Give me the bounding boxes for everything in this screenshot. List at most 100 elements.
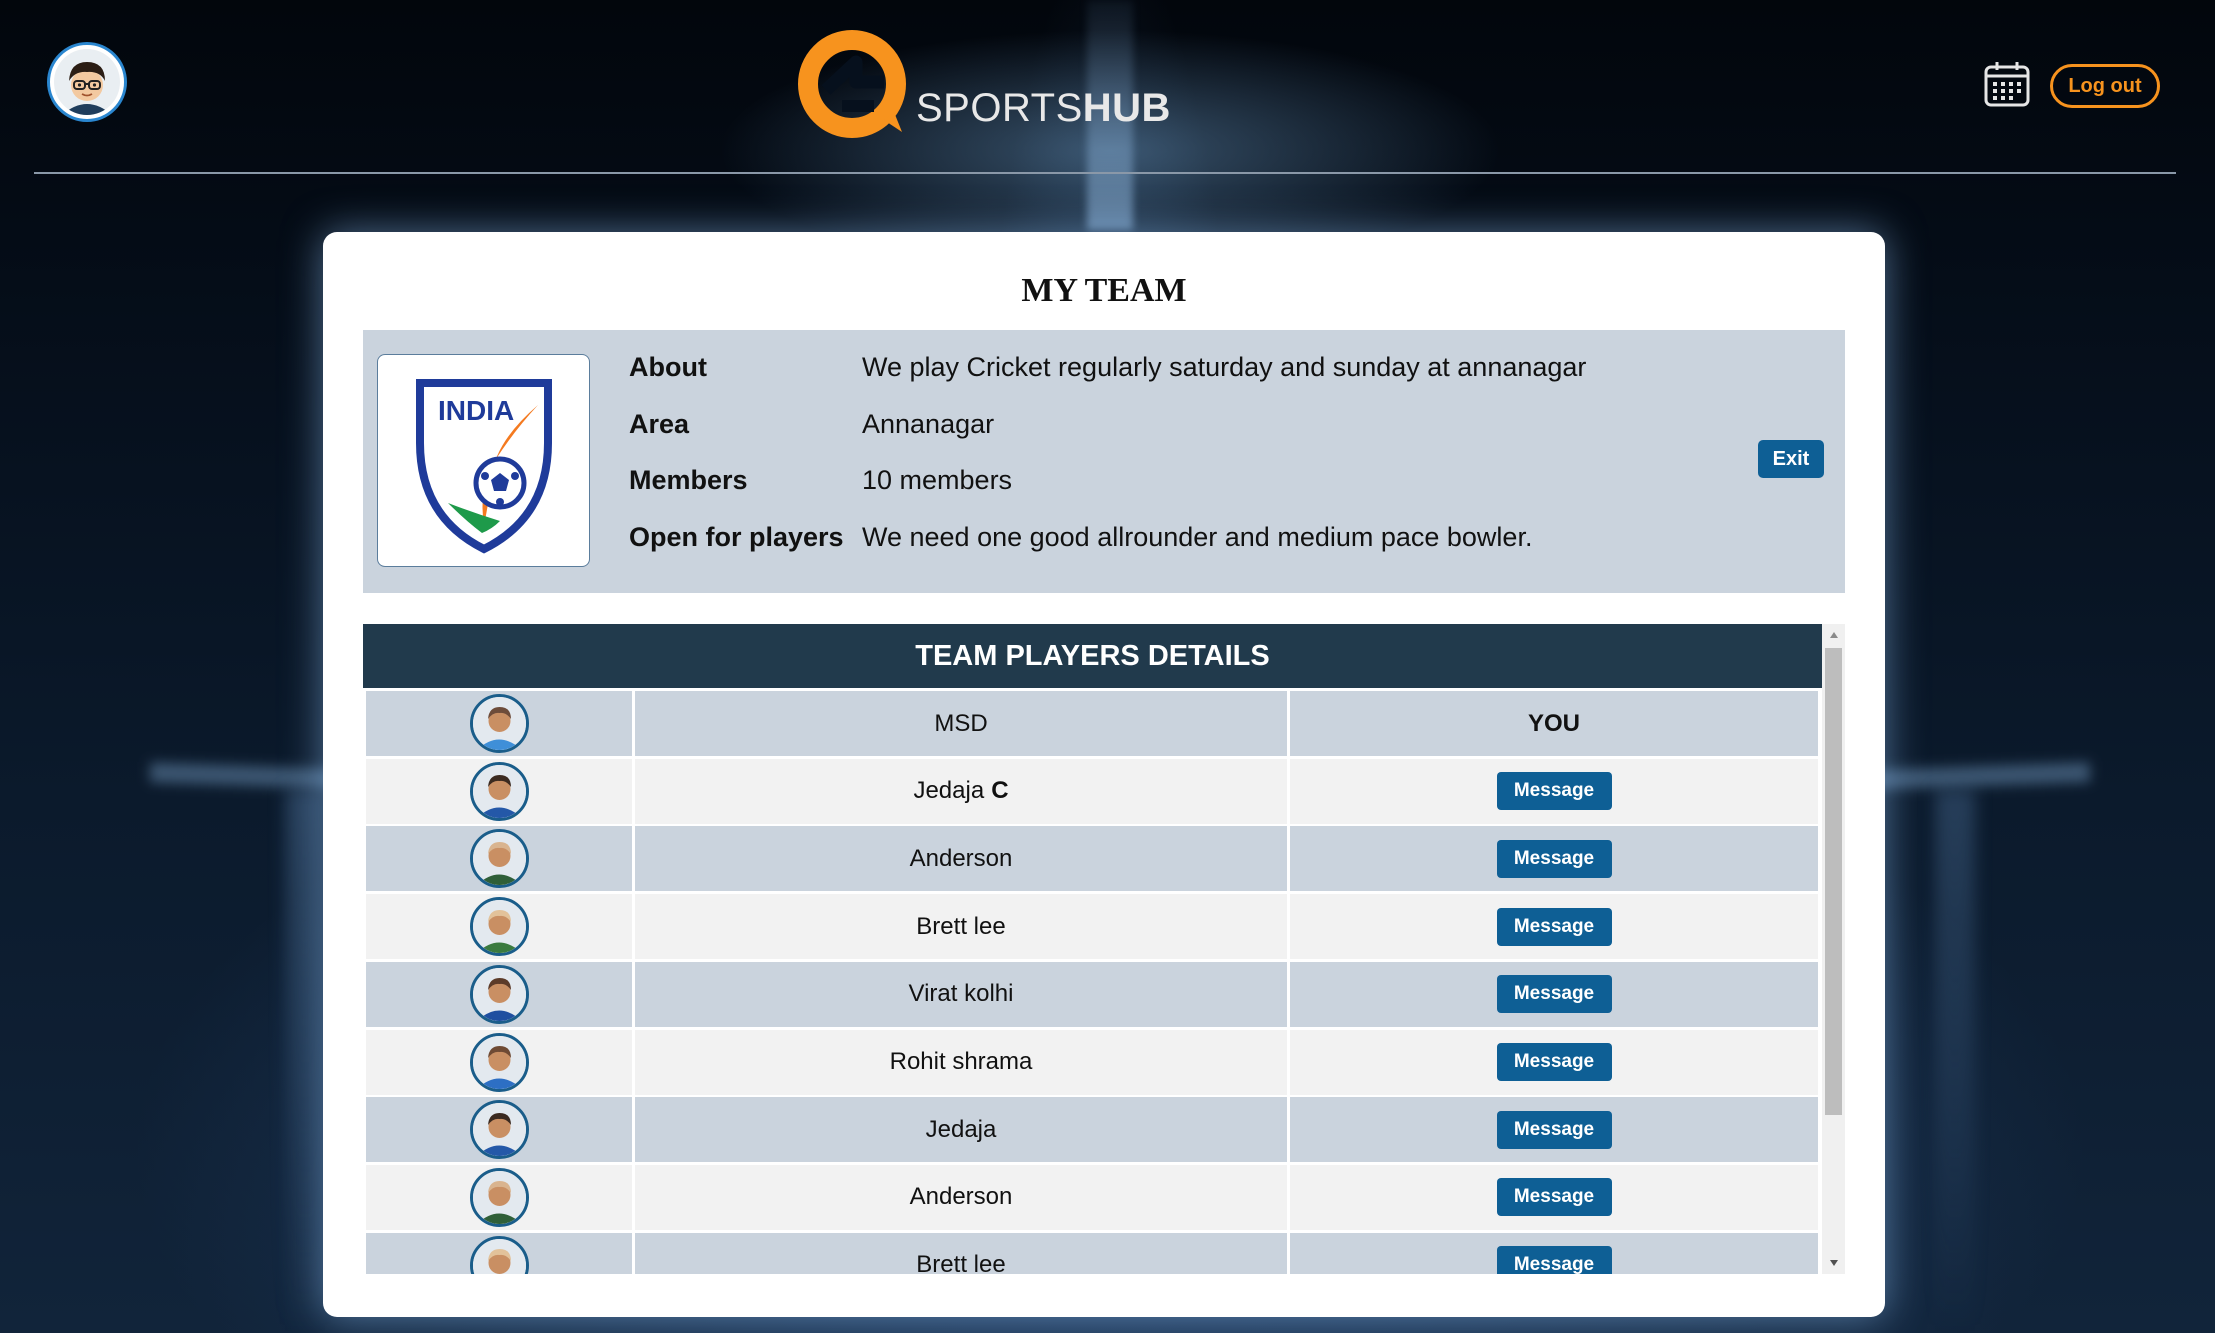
player-photo-icon xyxy=(472,1170,526,1224)
player-action-cell: Message xyxy=(1290,894,1818,960)
my-team-card: MY TEAM INDIA About We play Cricket regu… xyxy=(323,232,1885,1317)
player-photo[interactable] xyxy=(469,761,529,821)
page-title: MY TEAM xyxy=(1021,272,1187,309)
player-photo-icon xyxy=(472,1103,526,1157)
sportshub-logo-text: SPORTSHUB xyxy=(916,86,1171,130)
player-photo-icon xyxy=(472,1238,526,1274)
scroll-up-icon[interactable] xyxy=(1822,624,1845,646)
message-button[interactable]: Message xyxy=(1496,975,1612,1014)
message-button[interactable]: Message xyxy=(1496,1043,1612,1081)
team-members-value: 10 members xyxy=(862,465,1013,495)
message-button[interactable]: Message xyxy=(1496,839,1612,878)
message-button[interactable]: Message xyxy=(1496,1110,1612,1149)
calendar-icon[interactable] xyxy=(1983,60,2031,108)
player-photo-cell xyxy=(366,1029,632,1095)
player-name-cell: Jedaja xyxy=(635,1097,1287,1163)
message-button[interactable]: Message xyxy=(1496,907,1612,946)
player-photo-cell xyxy=(366,1097,632,1163)
message-button[interactable]: Message xyxy=(1496,1178,1612,1217)
captain-badge: C xyxy=(991,777,1009,805)
logout-button[interactable]: Log out xyxy=(2050,64,2160,108)
player-photo-icon xyxy=(472,832,526,886)
team-about-label: About xyxy=(629,352,707,382)
scroll-down-icon[interactable] xyxy=(1822,1252,1845,1274)
player-name: Anderson xyxy=(909,1183,1013,1211)
team-members-label: Members xyxy=(629,465,748,495)
player-name-cell: Brett lee xyxy=(635,1232,1287,1274)
player-action-cell: Message xyxy=(1290,961,1818,1027)
player-photo-cell xyxy=(366,826,632,892)
player-name-cell: Anderson xyxy=(635,1164,1287,1230)
player-action-cell: Message xyxy=(1290,1232,1818,1274)
player-photo-cell xyxy=(366,1164,632,1230)
user-avatar[interactable] xyxy=(50,45,124,119)
message-button[interactable]: Message xyxy=(1496,772,1612,811)
player-photo-icon xyxy=(472,1035,526,1089)
table-row: Brett lee Message xyxy=(363,1230,1822,1274)
you-label: YOU xyxy=(1527,709,1580,737)
player-action-cell: Message xyxy=(1290,758,1818,824)
table-row: MSD YOU xyxy=(363,688,1822,756)
player-name: Virat kolhi xyxy=(908,980,1014,1008)
players-scrollbar[interactable] xyxy=(1822,624,1845,1274)
player-photo-icon xyxy=(472,697,526,750)
team-area-label: Area xyxy=(629,409,690,439)
player-name: Rohit shrama xyxy=(889,1048,1033,1075)
player-photo[interactable] xyxy=(469,1167,529,1227)
player-photo[interactable] xyxy=(469,897,529,957)
player-photo-icon xyxy=(472,900,526,954)
team-about-value: We play Cricket regularly saturday and s… xyxy=(862,352,1587,382)
table-row: Rohit shrama Message xyxy=(363,1027,1822,1095)
player-action-cell: Message xyxy=(1290,1164,1818,1230)
player-photo-icon xyxy=(472,967,526,1021)
player-name: Brett lee xyxy=(916,1251,1006,1274)
player-action-cell: Message xyxy=(1290,1097,1818,1163)
player-photo-cell xyxy=(366,758,632,824)
table-row: Brett lee Message xyxy=(363,891,1822,960)
sportshub-logo[interactable]: SPORTSHUB xyxy=(798,28,1178,143)
header-divider xyxy=(34,172,2176,174)
table-row: Virat kolhi Message xyxy=(363,959,1822,1027)
sportshub-logo-mark-icon xyxy=(798,30,906,138)
stadium-light-beam xyxy=(1869,762,2091,790)
exit-team-button[interactable]: Exit xyxy=(1758,440,1824,478)
player-action-cell: Message xyxy=(1290,826,1818,892)
player-photo-cell xyxy=(366,691,632,756)
stadium-post xyxy=(285,790,325,1333)
player-name: Brett lee xyxy=(916,912,1006,940)
stadium-post xyxy=(1935,790,1975,1333)
player-name-cell: MSD xyxy=(635,691,1287,756)
player-name-cell: Rohit shrama xyxy=(635,1029,1287,1095)
message-button[interactable]: Message xyxy=(1496,1246,1612,1274)
player-photo[interactable] xyxy=(469,829,529,889)
player-photo[interactable] xyxy=(469,964,529,1024)
india-team-logo-icon: INDIA xyxy=(416,379,552,554)
player-name: MSD xyxy=(934,709,988,737)
players-table-title: TEAM PLAYERS DETAILS xyxy=(363,624,1822,688)
avatar-icon xyxy=(54,49,120,115)
player-name: Anderson xyxy=(909,844,1013,872)
team-open-label: Open for players xyxy=(629,522,844,552)
player-name: Jedaja xyxy=(913,777,985,805)
table-row: Anderson Message xyxy=(363,1162,1822,1230)
table-row: Jedaja C Message xyxy=(363,756,1822,824)
player-action-cell: Message xyxy=(1290,1029,1818,1095)
table-row: Jedaja Message xyxy=(363,1094,1822,1163)
player-photo[interactable] xyxy=(469,1032,529,1092)
player-name-cell: Virat kolhi xyxy=(635,961,1287,1027)
team-area-value: Annanagar xyxy=(862,409,995,439)
player-photo[interactable] xyxy=(469,1100,529,1160)
player-photo[interactable] xyxy=(469,694,529,753)
team-info-panel: INDIA About We play Cricket regularly sa… xyxy=(363,330,1845,593)
player-name-cell: Jedaja C xyxy=(635,758,1287,824)
table-row: Anderson Message xyxy=(363,823,1822,892)
team-open-value: We need one good allrounder and medium p… xyxy=(862,522,1533,552)
player-name-cell: Brett lee xyxy=(635,894,1287,960)
player-photo-cell xyxy=(366,894,632,960)
player-photo-icon xyxy=(472,764,526,818)
scrollbar-thumb[interactable] xyxy=(1825,648,1842,1115)
player-name: Jedaja xyxy=(925,1115,997,1143)
player-photo[interactable] xyxy=(469,1235,529,1274)
player-action-cell: YOU xyxy=(1290,691,1818,756)
team-players-table: TEAM PLAYERS DETAILS MSD YOU Jedaja C Messag… xyxy=(363,624,1845,1274)
